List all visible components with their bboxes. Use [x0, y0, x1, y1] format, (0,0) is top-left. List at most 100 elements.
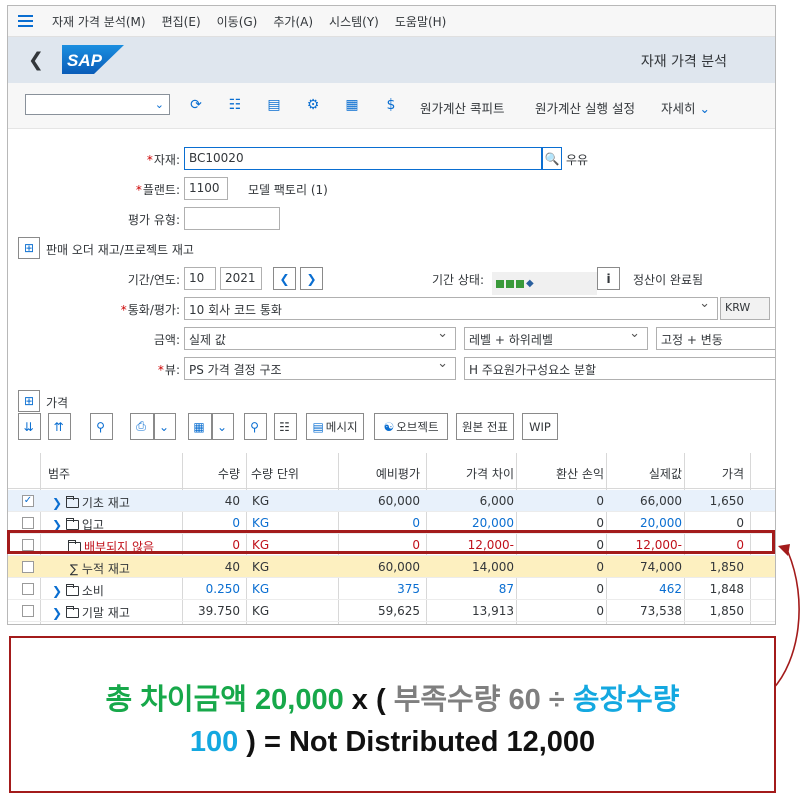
menu-goto[interactable]: 이동(G): [217, 13, 258, 30]
col-quantity[interactable]: 수량: [188, 465, 240, 482]
amount-label: 금액:: [153, 333, 180, 347]
previous-period-icon[interactable]: ❮: [273, 267, 296, 290]
col-preliminary[interactable]: 예비평가: [340, 465, 420, 482]
money-bag-icon[interactable]: $: [380, 94, 402, 116]
chevron-down-icon[interactable]: ⌄: [154, 413, 176, 440]
price-section: 가격: [46, 396, 69, 410]
back-icon[interactable]: ❮: [28, 49, 44, 71]
category-cell: ❯ 소비: [52, 584, 104, 598]
menu-extras[interactable]: 추가(A): [273, 13, 313, 30]
col-category[interactable]: 범주: [48, 465, 70, 482]
expand-all-icon[interactable]: ⇊: [18, 413, 41, 440]
settlement-status: 정산이 완료됨: [633, 273, 704, 287]
row-checkbox[interactable]: [22, 561, 34, 573]
sales-order-stock-section: 판매 오더 재고/프로젝트 재고: [46, 243, 194, 257]
currency-code: KRW: [720, 297, 770, 320]
fixed-variable-select[interactable]: 고정 + 변동: [656, 327, 775, 350]
material-label: *자재:: [146, 153, 180, 167]
sap-logo: SAP: [62, 45, 124, 74]
folder-icon: [65, 606, 79, 618]
annotation-box: 총 차이금액 20,000 x ( 부족수량 60 ÷ 송장수량 100 ) =…: [9, 636, 776, 793]
level-select[interactable]: 레벨 + 하위레벨: [464, 327, 648, 350]
material-description: 우유: [566, 153, 589, 167]
plant-label: *플랜트:: [135, 183, 180, 197]
main-toolbar: ⌄ ⟳ ☷ ▤ ⚙ ▦ $ 원가계산 콕피트 원가계산 실행 설정 자세히 ⌄: [8, 83, 775, 129]
period-status-label: 기간 상태:: [432, 273, 485, 287]
menu-edit[interactable]: 편집(E): [162, 13, 201, 30]
row-checkbox[interactable]: [22, 605, 34, 617]
hamburger-icon[interactable]: [8, 15, 42, 27]
currency-label: *통화/평가:: [120, 303, 180, 317]
expand-icon[interactable]: ⊞: [18, 237, 40, 259]
menu-material-price-analysis[interactable]: 자재 가격 분석(M): [52, 13, 146, 30]
annotation-line-1: 총 차이금액 20,000 x ( 부족수량 60 ÷ 송장수량: [105, 684, 680, 716]
row-checkbox[interactable]: ✓: [22, 495, 34, 507]
col-actual[interactable]: 실제값: [608, 465, 682, 482]
folder-icon: [65, 518, 79, 530]
row-checkbox[interactable]: [22, 583, 34, 595]
table-row[interactable]: ❯ 기말 재고 39.750 KG 59,625 13,913 0 73,538…: [8, 600, 775, 622]
col-unit[interactable]: 수량 단위: [251, 465, 299, 482]
chevron-down-icon[interactable]: ⌄: [212, 413, 234, 440]
amount-select[interactable]: 실제 값: [184, 327, 456, 350]
folder-icon: [65, 584, 79, 596]
page-title: 자재 가격 분석: [640, 54, 727, 70]
currency-select[interactable]: 10 회사 코드 통화: [184, 297, 718, 320]
print-icon[interactable]: ⎙: [130, 413, 154, 440]
search-icon[interactable]: ⚲: [90, 413, 113, 440]
table-row-cumulative[interactable]: ∑ 누적 재고 40 KG 60,000 14,000 0 74,000 1,8…: [8, 556, 775, 578]
toolbar-dropdown[interactable]: ⌄: [25, 94, 170, 115]
view-label: *뷰:: [157, 363, 180, 377]
cost-run-settings-button[interactable]: 원가계산 실행 설정: [535, 98, 635, 117]
period-status-indicator: ◆: [492, 272, 597, 295]
info-icon[interactable]: i: [597, 267, 620, 290]
calculator-icon[interactable]: ▦: [341, 94, 363, 116]
category-cell: ∑ 누적 재고: [70, 562, 130, 576]
table-header: 범주 수량 수량 단위 예비평가 가격 차이 환산 손익 실제값 가격: [8, 453, 775, 489]
settings-icon[interactable]: ⚙: [302, 94, 324, 116]
category-cell: ❯ 기초 재고: [52, 496, 130, 510]
col-price-difference[interactable]: 가격 차이: [428, 465, 514, 482]
plant-input[interactable]: 1100: [184, 177, 228, 200]
annotation-line-2: 100 ) = Not Distributed 12,000: [189, 726, 596, 758]
search-help-icon[interactable]: 🔍: [542, 147, 562, 170]
cost-cockpit-button[interactable]: 원가계산 콕피트: [420, 98, 504, 117]
valuation-type-input[interactable]: [184, 207, 280, 230]
highlight-box: [7, 530, 775, 554]
menu-system[interactable]: 시스템(Y): [329, 13, 379, 30]
chevron-down-icon: ⌄: [154, 98, 164, 111]
svg-text:SAP: SAP: [67, 51, 103, 70]
original-document-button[interactable]: 원본 전표: [456, 413, 514, 440]
table-row[interactable]: ❯ 소비 0.250 KG 375 87 0 462 1,848: [8, 578, 775, 600]
folder-icon: [65, 496, 79, 508]
next-period-icon[interactable]: ❯: [300, 267, 323, 290]
more-button[interactable]: 자세히 ⌄: [661, 98, 710, 117]
hierarchy-icon[interactable]: ☷: [274, 413, 297, 440]
selection-form: *자재: BC10020 🔍 우유 *플랜트: 1100 모델 팩토리 (1) …: [8, 130, 775, 425]
collapse-all-icon[interactable]: ⇈: [48, 413, 71, 440]
period-label: 기간/연도:: [127, 273, 180, 287]
cost-analysis-icon[interactable]: ☷: [224, 94, 246, 116]
category-cell: ❯ 기말 재고: [52, 606, 130, 620]
col-price[interactable]: 가격: [688, 465, 744, 482]
year-input[interactable]: 2021: [220, 267, 262, 290]
zoom-icon[interactable]: ⚲: [244, 413, 267, 440]
view-select[interactable]: PS 가격 결정 구조: [184, 357, 456, 380]
hierarchy-icon[interactable]: ▤: [263, 94, 285, 116]
chevron-down-icon: ⌄: [699, 101, 710, 116]
layout-icon[interactable]: ▦: [188, 413, 212, 440]
expand-icon[interactable]: ⊞: [18, 390, 40, 412]
material-input[interactable]: BC10020: [184, 147, 542, 170]
table-row[interactable]: ✓ ❯ 기초 재고 40 KG 60,000 6,000 0 66,000 1,…: [8, 490, 775, 512]
view2-select[interactable]: H 주요원가구성요소 분할: [464, 357, 775, 380]
wip-button[interactable]: WIP: [522, 413, 558, 440]
table-toolbar: ⇊ ⇈ ⚲ ⎙ ⌄ ▦ ⌄ ⚲ ☷ ▤ 메시지 ☯ 오브젝트 원본 전표 WIP: [8, 411, 775, 445]
row-checkbox[interactable]: [22, 517, 34, 529]
menu-help[interactable]: 도움말(H): [395, 13, 447, 30]
refresh-icon[interactable]: ⟳: [185, 94, 207, 116]
object-button[interactable]: ☯ 오브젝트: [374, 413, 448, 440]
col-exchange-diff[interactable]: 환산 손익: [518, 465, 604, 482]
message-button[interactable]: ▤ 메시지: [306, 413, 364, 440]
period-input[interactable]: 10: [184, 267, 216, 290]
shell-bar: ❮ SAP 자재 가격 분석: [8, 37, 775, 83]
